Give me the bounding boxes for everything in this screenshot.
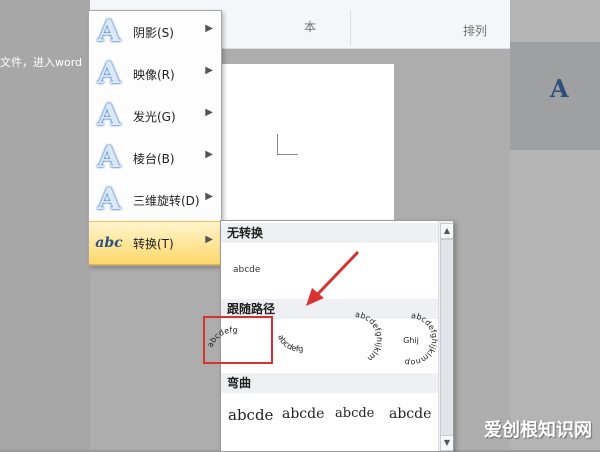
section-no-transform: 无转换 bbox=[221, 223, 443, 243]
path-button[interactable]: abcdefghijklmnop Ghij bbox=[384, 312, 438, 366]
menu-item-reflection[interactable]: A 映像(R) ▶ bbox=[89, 53, 221, 95]
watermark: 爱创根知识网 bbox=[484, 420, 592, 441]
menu-item-label: 映像(R) bbox=[133, 68, 175, 82]
gallery-scrollbar[interactable]: ▲ ▼ bbox=[438, 221, 453, 451]
scroll-up-button[interactable]: ▲ bbox=[440, 223, 453, 239]
path-circle[interactable]: abcdefghijklm bbox=[328, 312, 382, 366]
menu-item-label: 棱台(B) bbox=[133, 152, 175, 166]
menu-item-3d-rotation[interactable]: A 三维旋转(D) ▶ bbox=[89, 179, 221, 221]
transform-abc-icon: abc bbox=[95, 235, 123, 251]
path-center-text: Ghij bbox=[403, 336, 419, 345]
menu-item-label: 阴影(S) bbox=[133, 26, 174, 40]
wordart-a-icon: A bbox=[550, 74, 569, 103]
background-text: 文件，进入word bbox=[0, 56, 83, 69]
path-sample-text: abcdefghijklm bbox=[355, 312, 382, 363]
warp-sample-4[interactable]: abcde bbox=[389, 406, 431, 422]
chevron-right-icon: ▶ bbox=[205, 65, 213, 76]
chevron-right-icon: ▶ bbox=[205, 107, 213, 118]
scroll-down-button[interactable]: ▼ bbox=[440, 435, 453, 451]
rotation-3d-a-icon: A bbox=[97, 182, 121, 217]
text-effects-menu: A 阴影(S) ▶ A 映像(R) ▶ A 发光(G) ▶ A 棱台(B) ▶ … bbox=[88, 10, 222, 266]
arrow-annotation-icon bbox=[306, 250, 360, 306]
ribbon-tab-label: 本 bbox=[304, 20, 317, 34]
menu-item-transform[interactable]: abc 转换(T) ▶ bbox=[89, 221, 221, 265]
scroll-thumb[interactable] bbox=[440, 239, 453, 437]
glow-a-icon: A bbox=[97, 98, 121, 133]
chevron-right-icon: ▶ bbox=[205, 149, 213, 160]
menu-item-label: 发光(G) bbox=[133, 110, 176, 124]
path-sample-text: abcdefg bbox=[206, 325, 238, 348]
shadow-a-icon: A bbox=[97, 14, 121, 49]
path-arch-up[interactable]: abcdefg bbox=[206, 312, 260, 366]
no-transform-sample[interactable]: abcde bbox=[233, 265, 260, 275]
menu-item-label: 转换(T) bbox=[133, 237, 174, 251]
section-warp: 弯曲 bbox=[221, 373, 443, 393]
menu-item-bevel[interactable]: A 棱台(B) ▶ bbox=[89, 137, 221, 179]
menu-item-shadow[interactable]: A 阴影(S) ▶ bbox=[89, 11, 221, 53]
bevel-a-icon: A bbox=[97, 140, 121, 175]
warp-sample-3[interactable]: abcde bbox=[335, 406, 374, 421]
background-left: 文件，进入word bbox=[0, 0, 90, 450]
chevron-right-icon: ▶ bbox=[205, 234, 213, 245]
document-page bbox=[220, 64, 394, 224]
path-arch-down[interactable]: abcdefg bbox=[272, 312, 326, 366]
reflection-a-icon: A bbox=[97, 56, 121, 91]
text-corner-mark bbox=[277, 134, 298, 155]
warp-sample-2[interactable]: abcde bbox=[282, 406, 324, 422]
warp-sample-1[interactable]: abcde bbox=[228, 406, 273, 424]
menu-item-label: 三维旋转(D) bbox=[133, 194, 200, 208]
chevron-right-icon: ▶ bbox=[205, 23, 213, 34]
path-sample-text: abcdefg bbox=[276, 333, 304, 353]
chevron-right-icon: ▶ bbox=[205, 191, 213, 202]
menu-item-glow[interactable]: A 发光(G) ▶ bbox=[89, 95, 221, 137]
